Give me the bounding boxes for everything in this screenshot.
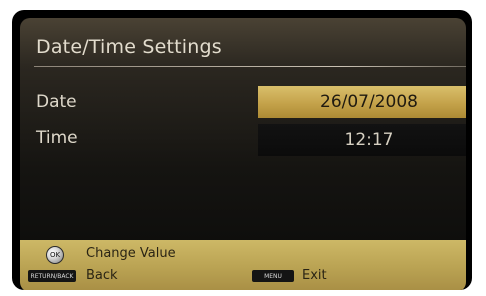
date-value-field[interactable]: 26/07/2008 — [258, 86, 466, 118]
footer-help-bar: OK Change Value RETURN/BACK Back MENU Ex… — [20, 240, 466, 290]
change-value-hint: Change Value — [86, 246, 176, 261]
exit-hint: Exit — [302, 268, 327, 283]
back-hint: Back — [86, 268, 118, 283]
date-label: Date — [36, 92, 77, 112]
date-time-settings-dialog: Date/Time Settings Date 26/07/2008 Time … — [20, 18, 466, 290]
dialog-title: Date/Time Settings — [36, 36, 222, 58]
menu-key-icon: MENU — [252, 270, 294, 282]
title-divider — [34, 66, 466, 67]
time-value-field[interactable]: 12:17 — [258, 124, 466, 156]
time-label: Time — [36, 128, 78, 148]
tv-frame: Date/Time Settings Date 26/07/2008 Time … — [12, 10, 472, 290]
ok-button-icon: OK — [46, 246, 64, 264]
return-key-icon: RETURN/BACK — [28, 270, 76, 282]
